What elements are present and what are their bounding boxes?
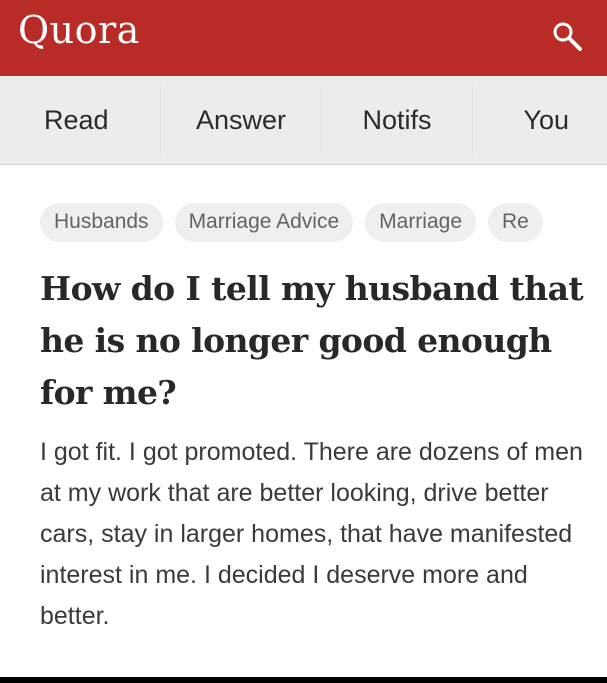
tab-you[interactable]: You: [473, 76, 607, 164]
bottom-edge: [0, 677, 607, 683]
quora-page: Quora Read Answer Notifs You Husbands Ma…: [0, 0, 607, 683]
tab-read[interactable]: Read: [0, 76, 160, 164]
tab-notifs[interactable]: Notifs: [322, 76, 472, 164]
topic-chip-marriage-advice[interactable]: Marriage Advice: [174, 203, 354, 242]
search-button[interactable]: [543, 12, 593, 62]
question-title[interactable]: How do I tell my husband that he is no l…: [40, 263, 585, 419]
search-icon: [553, 22, 582, 51]
nav-tabs: Read Answer Notifs You: [0, 76, 607, 165]
tab-answer[interactable]: Answer: [161, 76, 321, 164]
topic-chip-truncated[interactable]: Re: [488, 203, 543, 242]
top-header-bar: Quora: [0, 0, 607, 76]
quora-logo[interactable]: Quora: [18, 8, 140, 52]
topic-chip-marriage[interactable]: Marriage: [365, 203, 477, 242]
question-details: I got fit. I got promoted. There are doz…: [40, 438, 583, 630]
topic-chips: Husbands Marriage Advice Marriage Re: [40, 203, 543, 242]
topic-chip-husbands[interactable]: Husbands: [40, 203, 163, 242]
